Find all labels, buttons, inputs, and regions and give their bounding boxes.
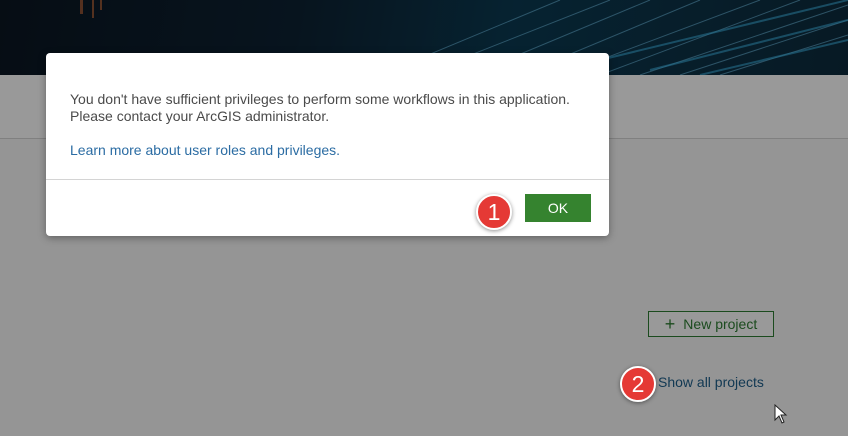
mouse-pointer-icon bbox=[774, 403, 788, 429]
user-roles-link[interactable]: Learn more about user roles and privileg… bbox=[70, 142, 340, 158]
privileges-dialog: You don't have sufficient privileges to … bbox=[46, 53, 609, 236]
dialog-message: You don't have sufficient privileges to … bbox=[70, 91, 570, 124]
dialog-divider bbox=[46, 179, 609, 180]
ok-button[interactable]: OK bbox=[525, 194, 591, 222]
step-badge-1: 1 bbox=[476, 194, 512, 230]
step-badge-2: 2 bbox=[620, 366, 656, 402]
app-page: + New project Show all projects You don'… bbox=[0, 0, 848, 436]
